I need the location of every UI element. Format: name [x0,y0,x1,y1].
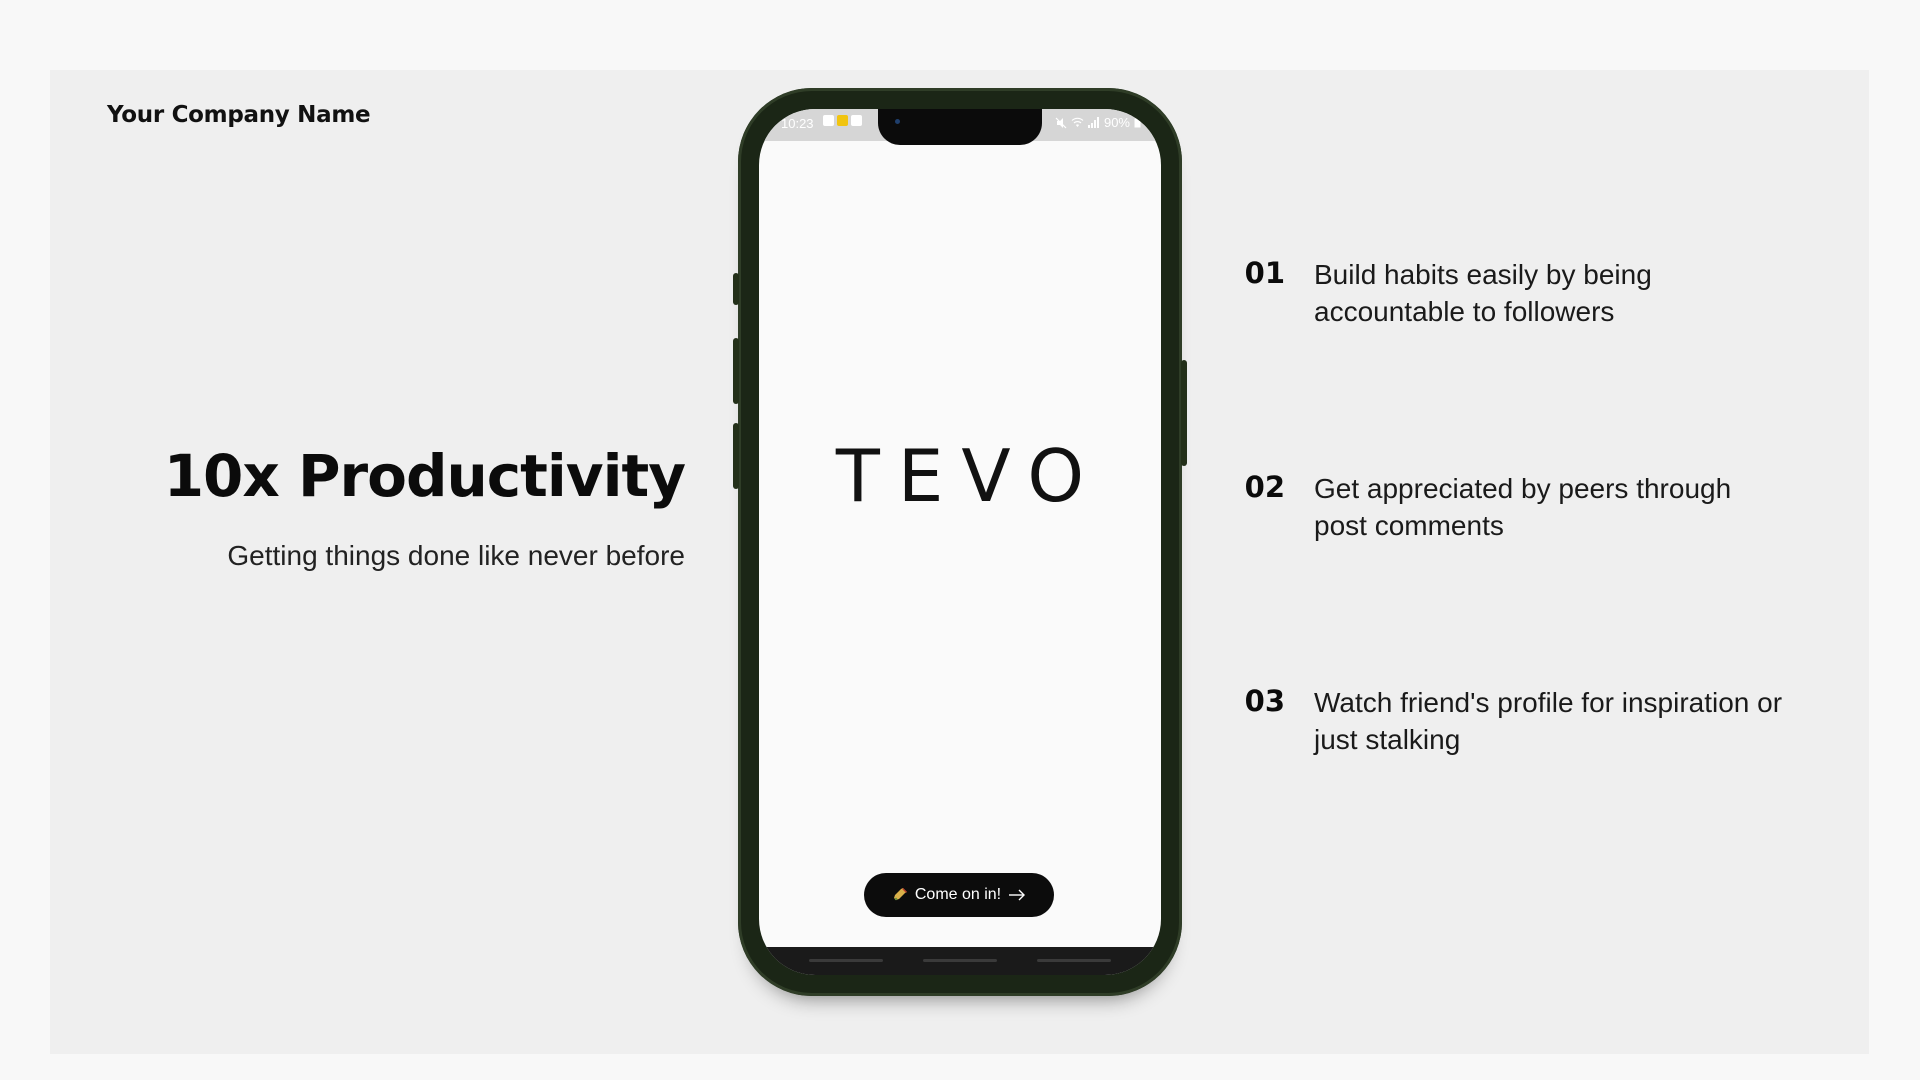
nav-back-handle[interactable] [1037,959,1111,962]
page: Your Company Name 10x Productivity Getti… [0,0,1920,1080]
feature-number: 03 [1244,684,1285,718]
notification-icons [823,115,862,126]
status-indicators: 90% [1055,115,1141,130]
cta-label: Come on in! [914,886,1002,903]
phone-mockup: 10:23 90% TEVO Come on in! [733,88,1187,996]
message-icon [823,115,834,126]
hero-subheadline: Getting things done like never before [227,540,685,571]
feature-text: Get appreciated by peers through post co… [1314,473,1732,541]
nav-recents-handle[interactable] [809,959,883,962]
signal-icon [1087,117,1099,128]
phone-volume-down-button [733,423,739,489]
feature-number: 01 [1244,256,1285,290]
status-time: 10:23 [781,116,814,131]
nav-bar [759,947,1161,975]
come-on-in-button[interactable]: Come on in! [864,873,1054,917]
feature-text: Watch friend's profile for inspiration o… [1314,687,1783,755]
wifi-icon [1071,117,1084,127]
hero-headline: 10x Productivity [163,442,686,510]
arrow-right-icon [1009,889,1026,901]
book-icon [851,115,862,126]
app-logo-text: TEVO [835,434,1103,518]
app-notification-icon [837,115,848,126]
phone-notch [878,109,1042,145]
phone-side-button [733,273,739,305]
company-name: Your Company Name [107,102,371,128]
battery-percent: 90% [1103,115,1130,130]
front-camera-icon [895,119,900,124]
feature-number: 02 [1244,470,1285,504]
bottle-icon [893,888,907,901]
mute-icon [1055,117,1067,128]
phone-volume-up-button [733,338,739,404]
battery-icon [1134,117,1141,128]
phone-screen: 10:23 90% TEVO Come on in! [759,109,1161,975]
nav-home-handle[interactable] [923,959,997,962]
phone-power-button [1181,360,1187,466]
feature-text: Build habits easily by being accountable… [1314,259,1652,327]
